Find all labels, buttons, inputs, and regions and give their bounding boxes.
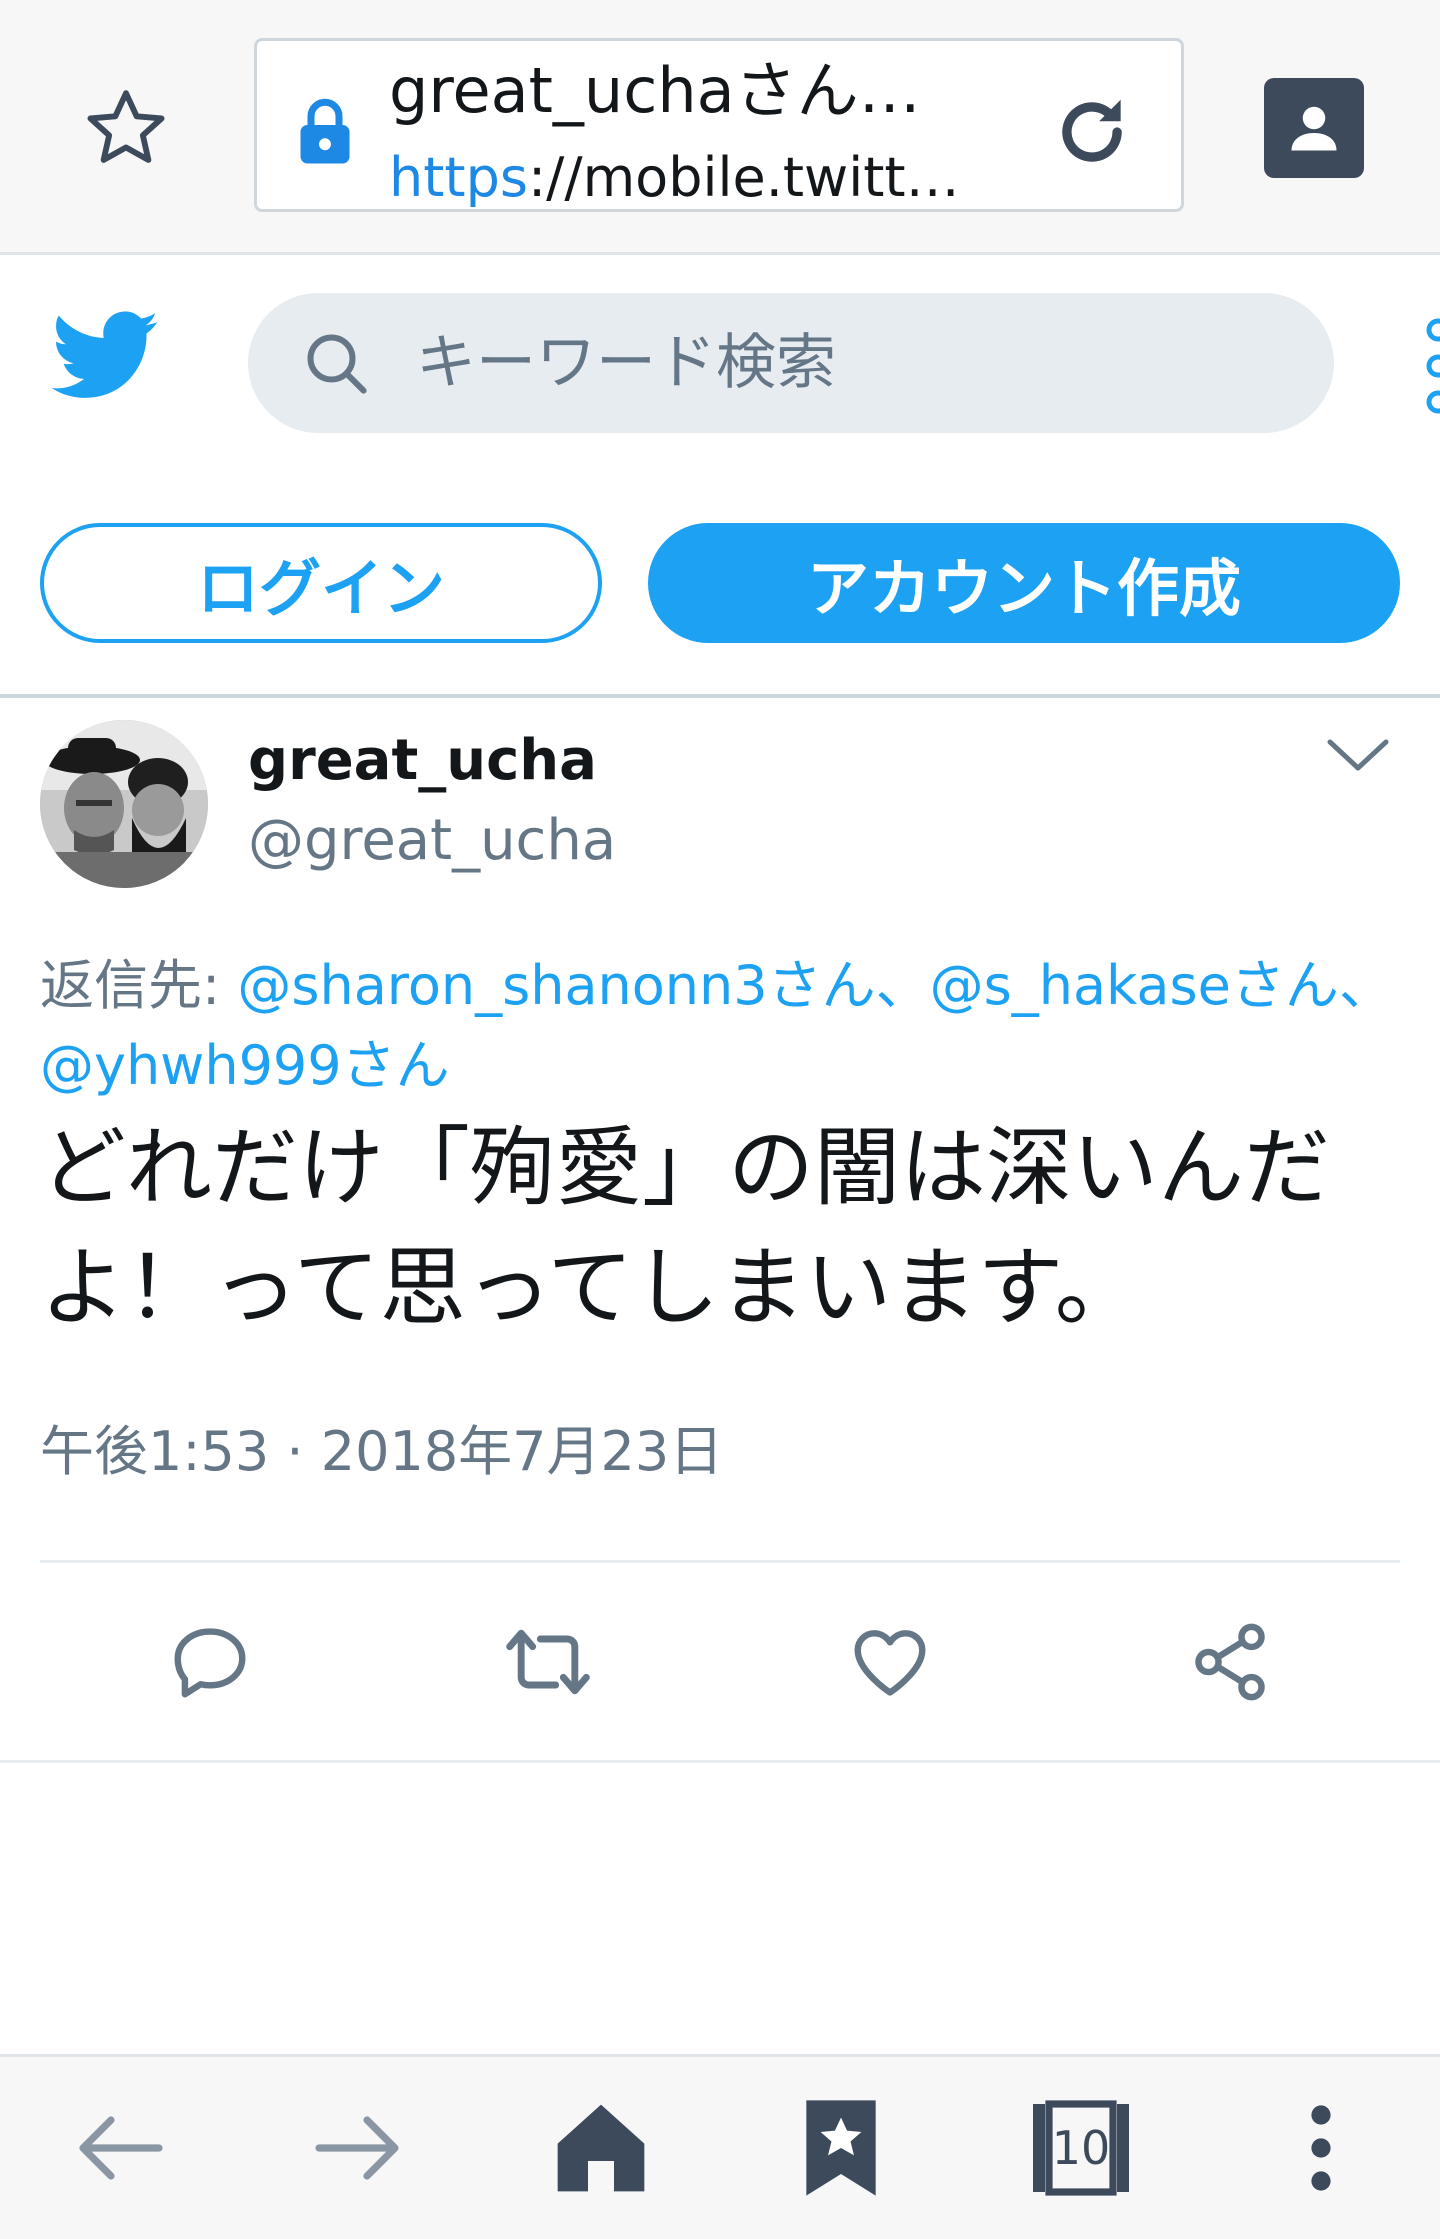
address-bar[interactable]: great_uchaさん… https://mobile.twitt… [254,38,1184,212]
menu-button[interactable] [1266,2093,1376,2203]
tweet-menu-button[interactable] [1318,726,1398,786]
reply-prefix: 返信先: [40,954,238,1017]
search-placeholder: キーワード検索 [416,328,836,398]
url-text: https://mobile.twitt… [389,149,989,207]
browser-bottom-bar: 10 [0,2054,1440,2239]
forward-button[interactable] [304,2093,414,2203]
browser-toolbar: great_uchaさん… https://mobile.twitt… [0,0,1440,255]
kebab-menu-icon [1311,2105,1331,2191]
login-button[interactable]: ログイン [40,523,602,643]
display-name[interactable]: great_ucha [248,726,597,796]
account-button[interactable] [1264,78,1364,178]
reply-icon [174,1628,246,1698]
reply-mentions[interactable]: @sharon_shanonn3さん、@s_hakaseさん、@yhwh999さ… [40,954,1393,1097]
arrow-left-icon [79,2116,163,2180]
bookmark-star-button[interactable] [76,78,176,178]
search-icon [307,334,367,394]
lock-icon [300,98,350,164]
reply-to-line: 返信先: @sharon_shanonn3さん、@s_hakaseさん、@yhw… [40,946,1410,1106]
divider [40,1560,1400,1563]
avatar[interactable] [40,720,208,888]
share-icon [1195,1623,1265,1701]
star-outline-icon [87,90,165,163]
home-icon [557,2104,645,2192]
chevron-down-icon [1327,739,1389,771]
heart-icon [854,1630,926,1696]
retweet-icon [506,1629,590,1695]
tweet-text: どれだけ「殉愛」の闇は深いんだよ！って思ってしまいます。 [40,1118,1330,1338]
tab-count: 10 [1051,2121,1111,2175]
reload-icon [1062,99,1122,162]
tabs-button[interactable]: 10 [1026,2093,1136,2203]
like-button[interactable] [840,1612,940,1712]
arrow-right-icon [315,2116,399,2180]
url-scheme: https [389,149,528,207]
bookmarks-button[interactable] [786,2093,896,2203]
screen-name[interactable]: @great_ucha [248,806,616,876]
reload-button[interactable] [1047,87,1137,177]
avatar-photo [40,720,208,888]
bookmark-star-icon [806,2100,876,2196]
share-button[interactable] [1180,1612,1280,1712]
signup-button[interactable]: アカウント作成 [648,523,1400,643]
back-button[interactable] [64,2093,174,2203]
account-icon [1291,106,1337,151]
reply-button[interactable] [160,1612,260,1712]
more-options-icon[interactable] [1420,316,1440,416]
home-button[interactable] [546,2093,656,2203]
url-rest: ://mobile.twitt… [527,149,960,207]
retweet-button[interactable] [498,1612,598,1712]
divider [0,694,1440,698]
twitter-bird-icon[interactable] [52,310,160,402]
search-input[interactable]: キーワード検索 [248,293,1334,433]
tweet-timestamp[interactable]: 午後1:53 · 2018年7月23日 [40,1412,723,1492]
divider [0,1760,1440,1763]
page-title: great_uchaさん… [389,54,921,127]
